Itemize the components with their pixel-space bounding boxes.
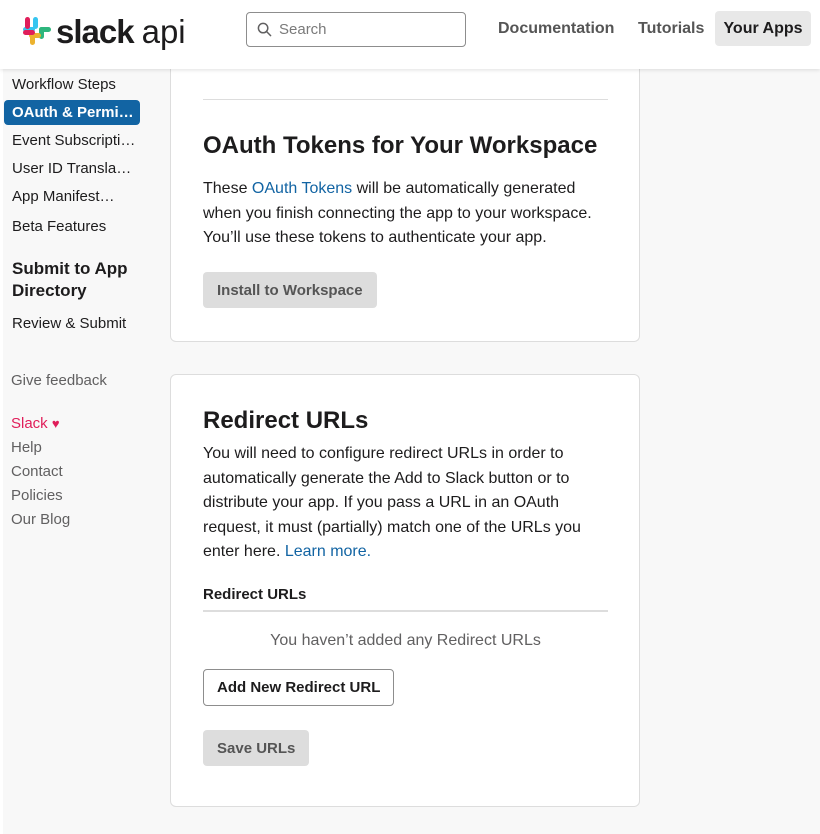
footer-link-slack[interactable]: Slack ♥ <box>11 415 60 432</box>
redirect-urls-description: You will need to configure redirect URLs… <box>203 442 608 565</box>
slack-api-logo[interactable]: slack api <box>22 12 186 50</box>
footer-link-slack-label: Slack <box>11 415 48 432</box>
redirect-urls-empty-message: You haven’t added any Redirect URLs <box>270 632 541 649</box>
logo-suffix: api <box>141 12 186 50</box>
oauth-tokens-card: OAuth Tokens for Your Workspace These OA… <box>170 48 640 342</box>
logo-word: slack <box>56 12 135 50</box>
nav-documentation[interactable]: Documentation <box>486 11 626 46</box>
footer-link-help[interactable]: Help <box>11 439 42 456</box>
install-to-workspace-button[interactable]: Install to Workspace <box>203 272 377 308</box>
slack-logo-icon <box>23 17 51 45</box>
nav-your-apps[interactable]: Your Apps <box>715 11 811 46</box>
sidebar-item-user-id-translation[interactable]: User ID Transla… <box>12 160 131 177</box>
sidebar-item-beta-features[interactable]: Beta Features <box>12 218 106 235</box>
redirect-urls-title: Redirect URLs <box>203 407 369 434</box>
sidebar-item-event-subscriptions[interactable]: Event Subscripti… <box>12 132 135 149</box>
heart-icon: ♥ <box>51 416 60 431</box>
redirect-urls-text: You will need to configure redirect URLs… <box>203 445 581 560</box>
top-header: slack api Documentation Tutorials Your A… <box>0 0 820 69</box>
sidebar-item-oauth-permissions[interactable]: OAuth & Permi… <box>4 100 140 125</box>
save-urls-button[interactable]: Save URLs <box>203 730 310 766</box>
redirect-urls-rule <box>203 610 608 612</box>
oauth-tokens-link[interactable]: OAuth Tokens <box>252 180 352 197</box>
sidebar-item-workflow-steps[interactable]: Workflow Steps <box>12 76 116 93</box>
oauth-tokens-text-before: These <box>203 180 252 197</box>
section-divider <box>203 99 608 100</box>
sidebar-item-app-manifest[interactable]: App Manifest… <box>12 188 115 205</box>
redirect-urls-card: Redirect URLs You will need to configure… <box>170 374 640 807</box>
oauth-tokens-description: These OAuth Tokens will be automatically… <box>203 177 608 251</box>
footer-link-our-blog[interactable]: Our Blog <box>11 511 70 528</box>
search-box[interactable] <box>246 12 466 47</box>
footer-link-contact[interactable]: Contact <box>11 463 63 480</box>
sidebar-item-review-submit[interactable]: Review & Submit <box>12 315 126 332</box>
learn-more-link[interactable]: Learn more. <box>285 543 371 560</box>
search-icon <box>257 22 272 37</box>
nav-tutorials[interactable]: Tutorials <box>626 11 716 46</box>
give-feedback-link[interactable]: Give feedback <box>11 372 107 389</box>
footer-link-policies[interactable]: Policies <box>11 487 63 504</box>
sidebar-section-heading: Submit to App Directory <box>12 259 128 300</box>
oauth-tokens-title: OAuth Tokens for Your Workspace <box>203 132 598 159</box>
add-new-redirect-url-button[interactable]: Add New Redirect URL <box>203 669 395 706</box>
search-input[interactable] <box>279 21 459 38</box>
redirect-urls-list-heading: Redirect URLs <box>203 586 307 603</box>
